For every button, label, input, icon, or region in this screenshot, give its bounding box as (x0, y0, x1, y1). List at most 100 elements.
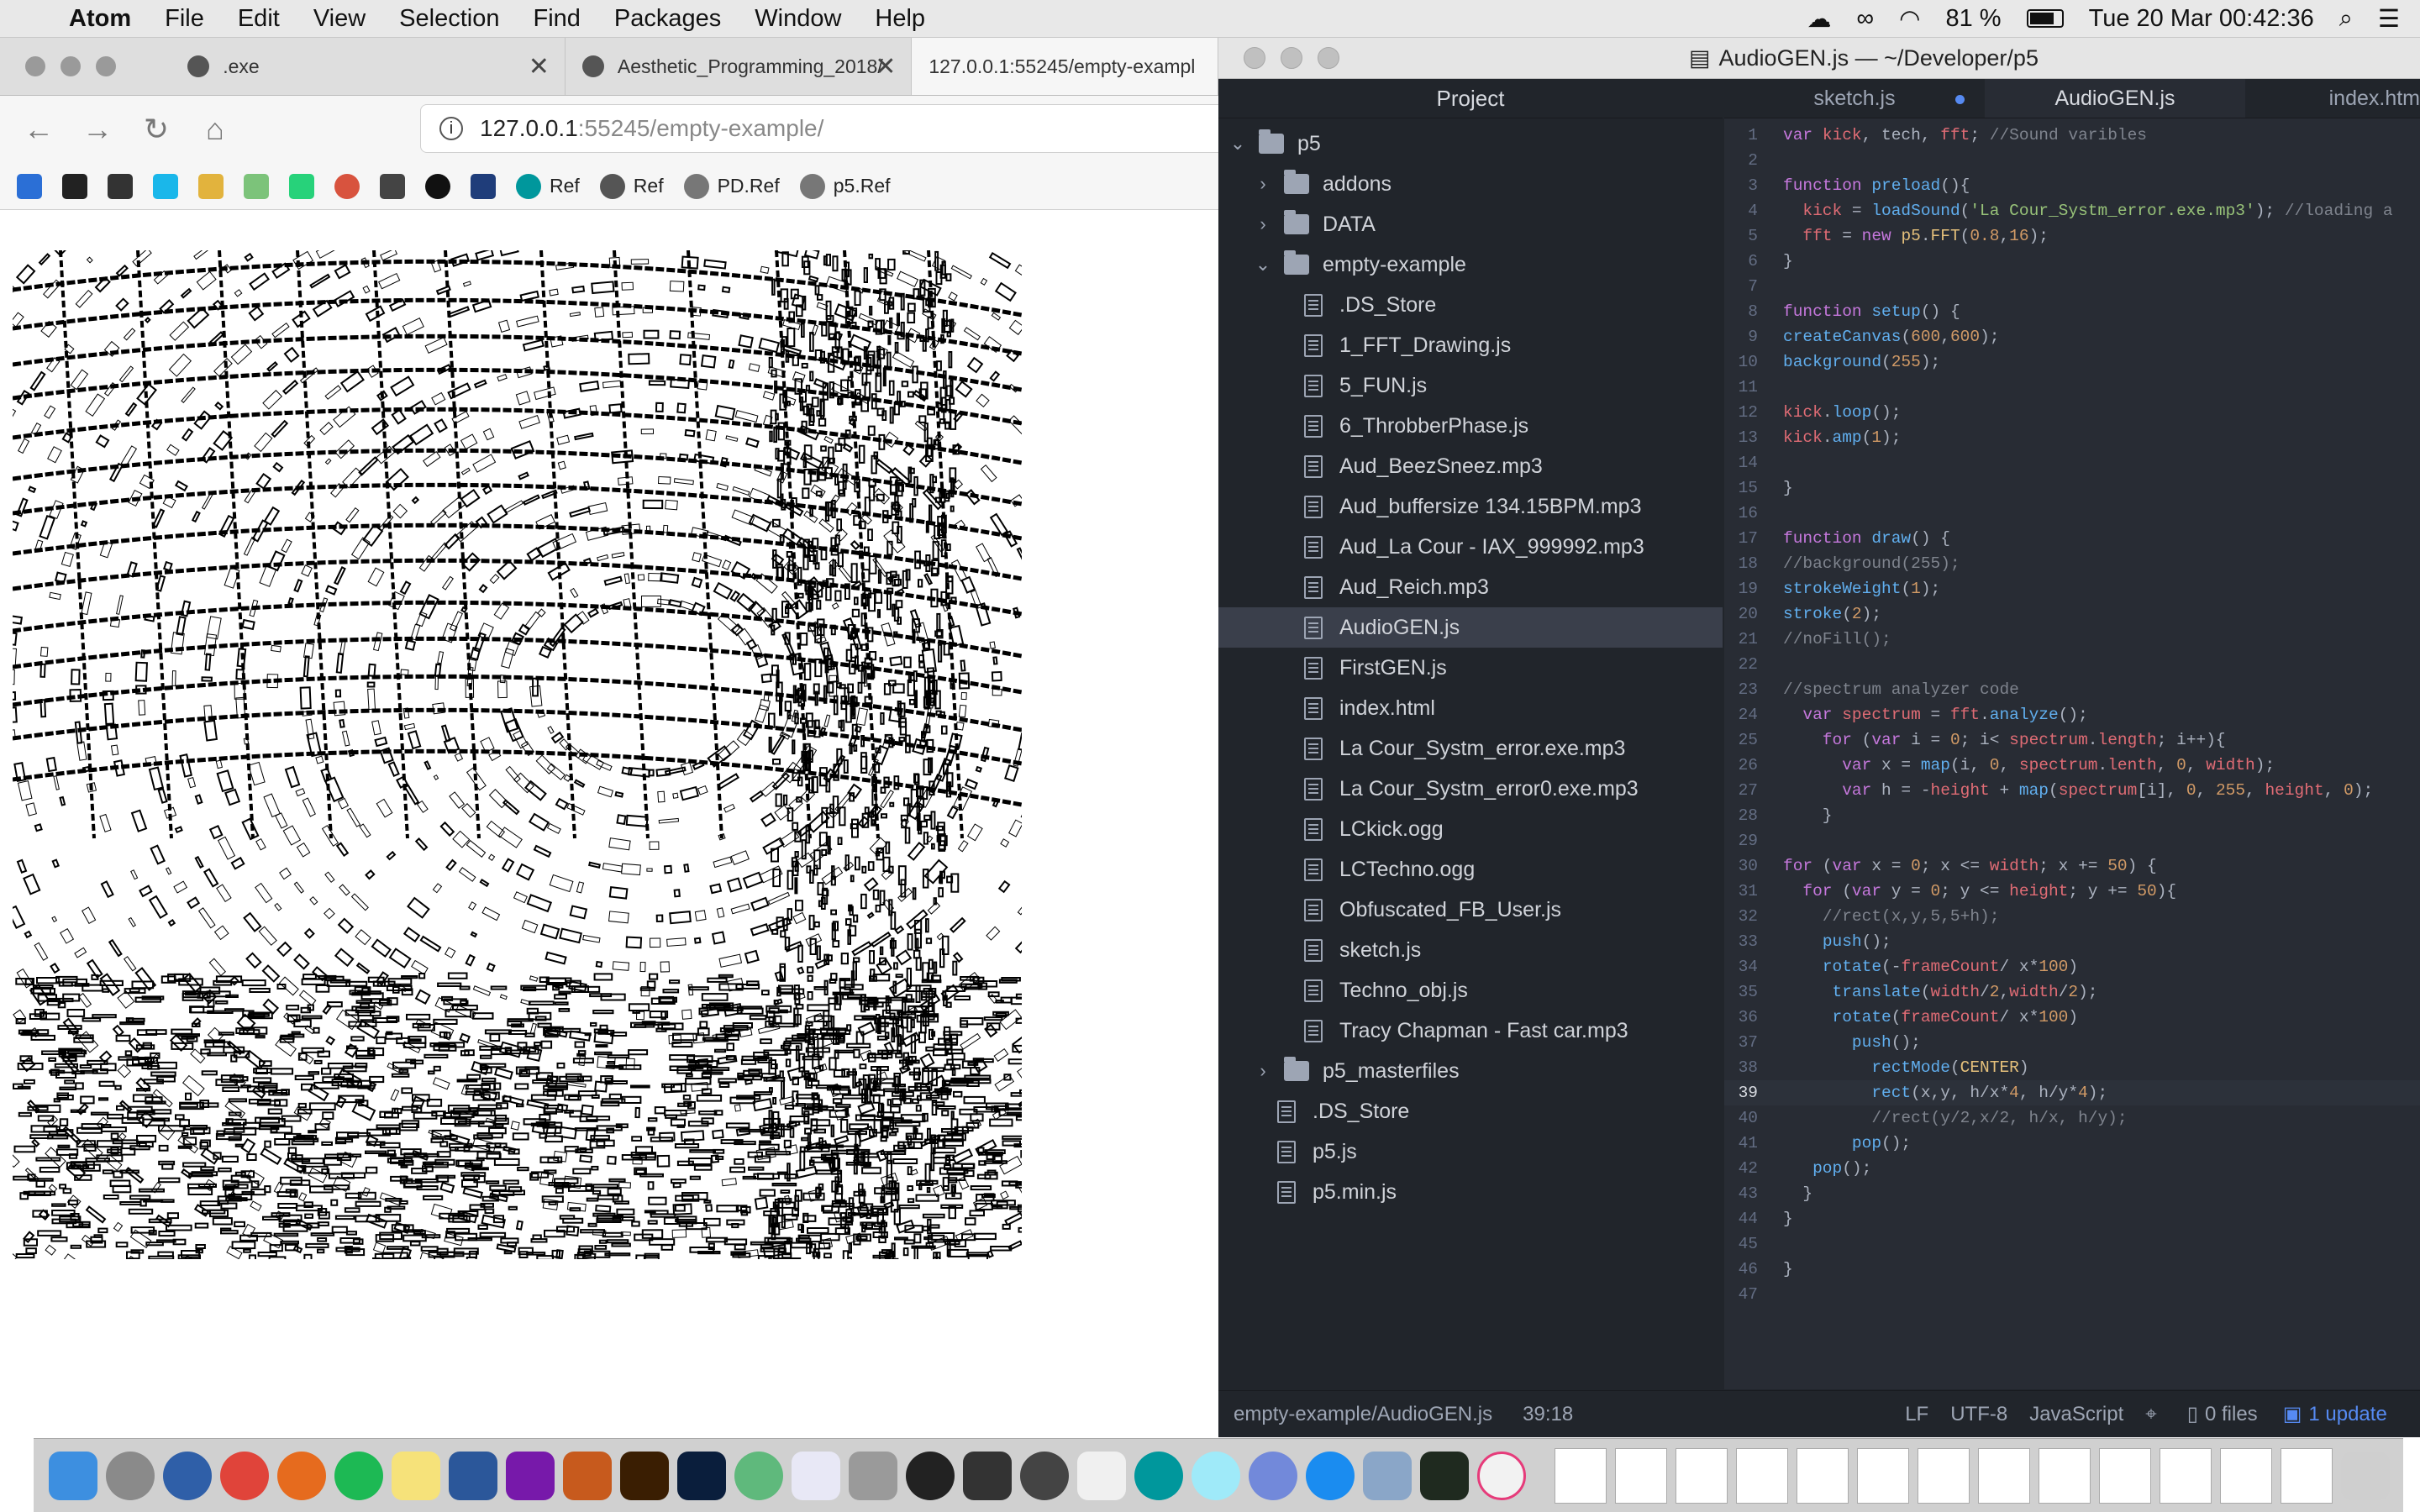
mask-bookmark-icon[interactable] (198, 173, 224, 199)
clipboard-icon[interactable]: ▯ (2187, 1402, 2198, 1426)
trash-icon[interactable] (2341, 1451, 2390, 1500)
code-line[interactable]: 33 push(); (1724, 929, 2420, 954)
zoom-window-button[interactable] (1318, 47, 1339, 69)
code-line[interactable]: 5 fft = new p5.FFT(0.8,16); (1724, 223, 2420, 249)
battery-percent[interactable]: 81 % (1945, 5, 2001, 33)
tree-folder[interactable]: › DATA (1218, 204, 1723, 244)
code-line[interactable]: 7 (1724, 274, 2420, 299)
bolt-bookmark-icon[interactable] (289, 173, 314, 199)
close-window-button[interactable] (25, 56, 45, 76)
tree-file[interactable]: La Cour_Systm_error.exe.mp3 (1218, 728, 1723, 769)
discord-icon[interactable] (1249, 1451, 1297, 1500)
code-line[interactable]: 37 push(); (1724, 1030, 2420, 1055)
dock-document-thumbnail[interactable] (1615, 1447, 1667, 1504)
box-app-icon[interactable] (849, 1451, 897, 1500)
chrome-icon[interactable] (220, 1451, 269, 1500)
code-line[interactable]: 40 //rect(y/2,x/2, h/x, h/y); (1724, 1105, 2420, 1131)
site-info-icon[interactable]: i (439, 117, 463, 140)
code-line[interactable]: 24 var spectrum = fft.analyze(); (1724, 702, 2420, 727)
code-line[interactable]: 42 pop(); (1724, 1156, 2420, 1181)
browser-tab[interactable]: Aesthetic_Programming_2018/ ✕ (566, 38, 913, 95)
code-line[interactable]: 9 createCanvas(600,600); (1724, 324, 2420, 349)
tree-file[interactable]: Obfuscated_FB_User.js (1218, 890, 1723, 930)
menu-help[interactable]: Help (875, 5, 925, 33)
code-line[interactable]: 39 rect(x,y, h/x*4, h/y*4); (1724, 1080, 2420, 1105)
photoshop-icon[interactable] (677, 1451, 726, 1500)
pd-app-icon[interactable] (1077, 1451, 1126, 1500)
bookmark-arduino-ref[interactable]: Ref (516, 173, 580, 199)
system-preferences-icon[interactable] (106, 1451, 155, 1500)
bookmark-pd-ref[interactable]: PD.Ref (683, 173, 780, 199)
chevron-right-icon[interactable]: › (1250, 1060, 1276, 1082)
menu-packages[interactable]: Packages (614, 5, 721, 33)
tree-file[interactable]: Aud_Reich.mp3 (1218, 567, 1723, 607)
chevron-right-icon[interactable]: › (1250, 173, 1276, 195)
dock-document-thumbnail[interactable] (2160, 1447, 2212, 1504)
ableton-live-icon[interactable] (963, 1451, 1012, 1500)
code-line[interactable]: 21 //noFill(); (1724, 627, 2420, 652)
code-line[interactable]: 8 function setup() { (1724, 299, 2420, 324)
chevron-down-icon[interactable]: ⌄ (1250, 254, 1276, 276)
code-line[interactable]: 1 var kick, tech, fft; //Sound varibles (1724, 123, 2420, 148)
code-line[interactable]: 22 (1724, 652, 2420, 677)
home-icon[interactable]: ⌂ (195, 112, 235, 147)
code-line[interactable]: 20 stroke(2); (1724, 601, 2420, 627)
code-line[interactable]: 32 //rect(x,y,5,5+h); (1724, 904, 2420, 929)
tree-folder[interactable]: ⌄ empty-example (1218, 244, 1723, 285)
chart-bookmark-icon[interactable] (244, 173, 269, 199)
tree-folder[interactable]: › p5_masterfiles (1218, 1051, 1723, 1091)
menu-view[interactable]: View (313, 5, 366, 33)
wifi-icon[interactable]: ◠ (1899, 4, 1920, 34)
c-app-icon[interactable] (906, 1451, 955, 1500)
code-line[interactable]: 11 (1724, 375, 2420, 400)
code-line[interactable]: 41 pop(); (1724, 1131, 2420, 1156)
editor-tab-sketch[interactable]: sketch.js (1724, 79, 1985, 118)
tree-file[interactable]: sketch.js (1218, 930, 1723, 970)
reload-icon[interactable]: ↻ (136, 112, 176, 147)
dock-document-thumbnail[interactable] (1797, 1447, 1849, 1504)
chevron-right-icon[interactable]: › (1250, 213, 1276, 235)
code-editor[interactable]: 1 var kick, tech, fft; //Sound varibles 2 3… (1724, 123, 2420, 1307)
dock-document-thumbnail[interactable] (1918, 1447, 1970, 1504)
menu-app-name[interactable]: Atom (69, 5, 131, 33)
dock-document-thumbnail[interactable] (2220, 1447, 2272, 1504)
code-line[interactable]: 15} (1724, 475, 2420, 501)
chevron-down-icon[interactable]: ⌄ (1225, 133, 1250, 155)
bookmark-p5-ref[interactable]: p5.Ref (799, 173, 891, 199)
notes-icon[interactable] (392, 1451, 440, 1500)
menu-file[interactable]: File (165, 5, 204, 33)
dock-document-thumbnail[interactable] (1857, 1447, 1909, 1504)
close-tab-icon[interactable]: ✕ (529, 52, 550, 81)
electron-app-icon[interactable] (1192, 1451, 1240, 1500)
dock-document-thumbnail[interactable] (2281, 1447, 2333, 1504)
menu-edit[interactable]: Edit (238, 5, 280, 33)
tree-file[interactable]: LCTechno.ogg (1218, 849, 1723, 890)
tree-file[interactable]: 6_ThrobberPhase.js (1218, 406, 1723, 446)
arduino-app-icon[interactable] (1134, 1451, 1183, 1500)
finder-icon[interactable] (49, 1451, 97, 1500)
code-line[interactable]: 12 kick.loop(); (1724, 400, 2420, 425)
zoom-window-button[interactable] (96, 56, 116, 76)
itunes-icon[interactable] (1477, 1451, 1526, 1500)
mission-control-icon[interactable] (163, 1451, 212, 1500)
tree-file[interactable]: .DS_Store (1218, 285, 1723, 325)
spotlight-search-icon[interactable]: ⌕ (2339, 5, 2353, 33)
broadcast-icon[interactable]: ⌖ (2145, 1403, 2157, 1426)
slides-icon[interactable] (563, 1451, 612, 1500)
status-git-files[interactable]: 0 files (2205, 1403, 2258, 1426)
code-line[interactable]: 47 (1724, 1282, 2420, 1307)
code-line[interactable]: 4 kick = loadSound('La Cour_Systm_error.… (1724, 198, 2420, 223)
dock-document-thumbnail[interactable] (2099, 1447, 2151, 1504)
tree-file[interactable]: p5.min.js (1218, 1172, 1723, 1212)
tree-file[interactable]: index.html (1218, 688, 1723, 728)
address-bar[interactable]: i 127.0.0.1:55245/empty-example/ (420, 104, 1228, 153)
code-line[interactable]: 16 (1724, 501, 2420, 526)
status-updates[interactable]: 1 update (2308, 1403, 2386, 1426)
bookmark-processing-ref[interactable]: Ref (599, 173, 664, 199)
code-line[interactable]: 31 for (var y = 0; y <= height; y += 50)… (1724, 879, 2420, 904)
code-line[interactable]: 6} (1724, 249, 2420, 274)
code-line[interactable]: 19 strokeWeight(1); (1724, 576, 2420, 601)
avin-bookmark-icon[interactable] (380, 173, 405, 199)
browser-tab-active[interactable]: 127.0.0.1:55245/empty-exampl (912, 38, 1218, 95)
tree-file[interactable]: LCkick.ogg (1218, 809, 1723, 849)
